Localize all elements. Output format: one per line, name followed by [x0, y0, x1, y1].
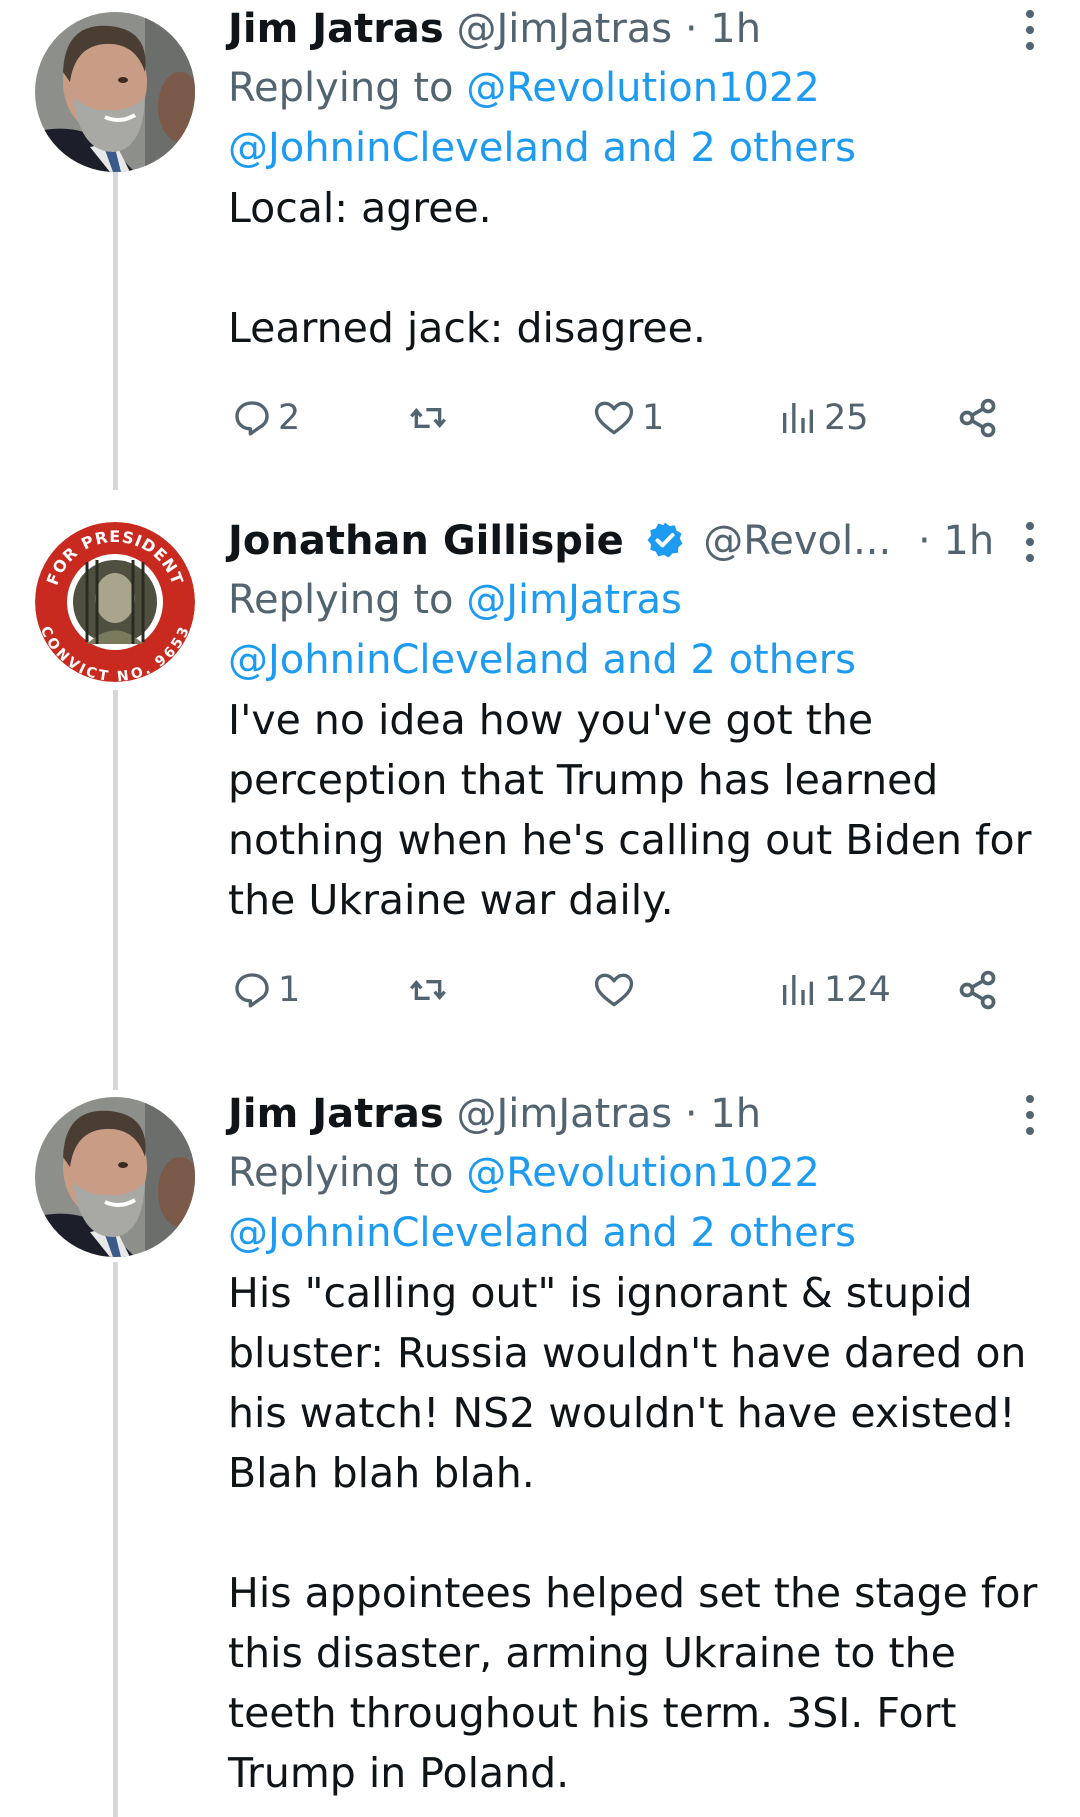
tweet-text: Local: agree. Learned jack: disagree.	[228, 184, 706, 352]
tweet-text: I've no idea how you've got the percepti…	[228, 696, 1032, 924]
timestamp[interactable]: 1h	[710, 1091, 761, 1137]
tweet-header: Jim Jatras @JimJatras · 1h	[228, 0, 1040, 58]
timestamp[interactable]: 1h	[710, 6, 761, 52]
views-button[interactable]: 25	[778, 386, 869, 450]
retweet-icon	[408, 398, 448, 438]
avatar[interactable]	[35, 1097, 195, 1257]
share-button[interactable]	[956, 958, 1000, 1022]
reply-count: 2	[278, 398, 301, 438]
share-icon	[956, 968, 1000, 1012]
display-name[interactable]: Jim Jatras	[228, 6, 444, 52]
tweet-actions: 1 124	[228, 958, 1040, 1022]
mention-others-link[interactable]: @JohninCleveland and 2 others	[228, 125, 856, 171]
speech-bubble-icon	[232, 398, 272, 438]
bar-chart-icon	[778, 398, 818, 438]
replying-to-others: @JohninCleveland and 2 others	[228, 630, 1040, 690]
vertical-dots-icon[interactable]	[1020, 520, 1040, 564]
replying-to-others: @JohninCleveland and 2 others	[228, 118, 1040, 178]
heart-icon	[592, 396, 636, 440]
vertical-dots-icon[interactable]	[1020, 1093, 1040, 1137]
replying-prefix: Replying to	[228, 65, 454, 111]
verified-badge-icon	[645, 518, 685, 576]
share-icon	[956, 396, 1000, 440]
replying-to-line: Replying to @JimJatras	[228, 570, 1040, 630]
tweet-header: Jonathan Gillispie @Revol... · 1h	[228, 512, 1040, 570]
user-handle[interactable]: @JimJatras	[456, 1091, 672, 1137]
separator-dot: ·	[917, 518, 931, 564]
thread-line	[113, 1262, 118, 1817]
separator-dot: ·	[684, 1091, 698, 1137]
display-name[interactable]: Jonathan Gillispie	[228, 518, 624, 564]
replying-to-others: @JohninCleveland and 2 others	[228, 1203, 1040, 1263]
display-name[interactable]: Jim Jatras	[228, 1091, 444, 1137]
tweet-text: His "calling out" is ignorant & stupid b…	[228, 1269, 1038, 1797]
retweet-button[interactable]	[408, 386, 454, 450]
avatar[interactable]	[35, 12, 195, 172]
user-handle[interactable]: @JimJatras	[456, 6, 672, 52]
retweet-button[interactable]	[408, 958, 454, 1022]
view-count: 124	[824, 970, 891, 1010]
heart-icon	[592, 968, 636, 1012]
reply-button[interactable]: 1	[232, 958, 300, 1022]
like-count: 1	[642, 398, 665, 438]
reply-button[interactable]: 2	[232, 386, 300, 450]
mention-others-link[interactable]: @JohninCleveland and 2 others	[228, 637, 856, 683]
view-count: 25	[824, 398, 869, 438]
replying-to-line: Replying to @Revolution1022	[228, 1143, 1040, 1203]
retweet-icon	[408, 970, 448, 1010]
replying-prefix: Replying to	[228, 577, 454, 623]
views-button[interactable]: 124	[778, 958, 891, 1022]
speech-bubble-icon	[232, 970, 272, 1010]
thread-line	[113, 160, 118, 490]
like-button[interactable]	[592, 958, 642, 1022]
mention-link[interactable]: @Revolution1022	[466, 65, 820, 111]
vertical-dots-icon[interactable]	[1020, 8, 1040, 52]
like-button[interactable]: 1	[592, 386, 664, 450]
mention-link[interactable]: @Revolution1022	[466, 1150, 820, 1196]
reply-count: 1	[278, 970, 301, 1010]
replying-to-line: Replying to @Revolution1022	[228, 58, 1040, 118]
timestamp[interactable]: 1h	[943, 518, 994, 564]
avatar[interactable]: FOR PRESIDENT CONVICT NO. 9653	[35, 522, 195, 682]
thread-line	[113, 690, 118, 1090]
tweet-header: Jim Jatras @JimJatras · 1h	[228, 1085, 1040, 1143]
replying-prefix: Replying to	[228, 1150, 454, 1196]
separator-dot: ·	[684, 6, 698, 52]
bar-chart-icon	[778, 970, 818, 1010]
share-button[interactable]	[956, 386, 1000, 450]
mention-others-link[interactable]: @JohninCleveland and 2 others	[228, 1210, 856, 1256]
user-handle[interactable]: @Revol...	[703, 518, 891, 564]
mention-link[interactable]: @JimJatras	[466, 577, 682, 623]
tweet-actions: 2 1 25	[228, 386, 1040, 450]
